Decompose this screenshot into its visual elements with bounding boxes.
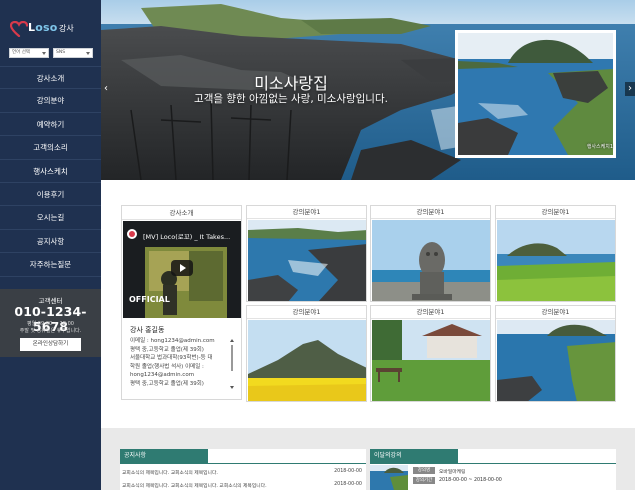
lecture-thumbnail[interactable] — [370, 465, 408, 490]
gallery-card[interactable]: 강의분야1 — [495, 305, 616, 402]
gallery-card[interactable]: 강의분야1 — [370, 205, 491, 302]
bottom-section: 공지사항 교회소식의 제목입니다. 교회소식의 제목입니다. 2018-00-0… — [101, 428, 635, 490]
gallery-card-label: 강의분야1 — [371, 206, 490, 219]
hero-thumbnail-label: 행사스케치1 — [586, 144, 613, 150]
teacher-info-line: 평택 중,고등학교 졸업(제 39회) — [130, 346, 204, 353]
hero-banner: 미소사랑집 고객을 향한 아낌없는 사랑, 미소사랑입니다. 행사스케치1 ‹ … — [101, 0, 635, 180]
scroll-thumb[interactable] — [231, 345, 233, 371]
site-logo[interactable]: Loso 강사 — [10, 20, 92, 38]
video-player[interactable]: [MV] Loco(로꼬) _ It Takes... OFFICIAL — [123, 221, 241, 318]
gallery-card[interactable]: 강의분야1 — [246, 305, 367, 402]
notice-divider — [120, 463, 366, 464]
lecture-name-label: 강의명 — [413, 467, 435, 474]
online-consult-button[interactable]: 온라인상담하기 — [20, 338, 81, 351]
sidebar: Loso 강사 언어 선택 SNS 강사소개 강의분야 예약하기 고객의소리 행… — [0, 0, 101, 490]
nav-item-customer-voice[interactable]: 고객의소리 — [0, 136, 101, 160]
teacher-intro-header: 강사소개 — [122, 206, 241, 220]
lecture-divider — [370, 463, 616, 464]
teacher-info-line: 이메일 : hong1234@admin.com — [130, 338, 215, 344]
hero-subtitle: 고객을 향한 아낌없는 사랑, 미소사랑입니다. — [194, 93, 388, 105]
notice-tab[interactable]: 공지사항 — [120, 449, 208, 463]
teacher-info[interactable]: 이메일 : hong1234@admin.com 평택 중,고등학교 졸업(제 … — [130, 337, 232, 389]
video-title: [MV] Loco(로꼬) _ It Takes... — [143, 233, 231, 241]
teacher-info-line: 서울대학교 법과대학(93학번)-등 대 — [130, 355, 213, 362]
teacher-info-line: 학원 졸업(행사법 석사) 이메일 : — [130, 363, 204, 370]
teacher-info-line: hong1234@admin.com — [130, 372, 195, 379]
teacher-info-line: 평택 중,고등학교 졸업(제 39회) — [130, 380, 204, 387]
scroll-down-icon[interactable] — [230, 386, 234, 389]
hero-thumbnail[interactable] — [455, 30, 616, 158]
play-icon[interactable] — [171, 260, 193, 276]
monthly-lecture: 이달의강의 강의명 오바일마케팅 강의기간 2018-00-00 ~ 2018-… — [370, 449, 616, 490]
notice-date: 2018-00-00 — [334, 469, 362, 474]
slider-prev-icon[interactable]: ‹ — [101, 82, 111, 96]
notice-date: 2018-00-00 — [334, 482, 362, 487]
nav-item-notice[interactable]: 공지사항 — [0, 230, 101, 254]
video-watermark: OFFICIAL — [129, 295, 170, 304]
gallery-card[interactable]: 강의분야1 — [370, 305, 491, 402]
grass-coast-photo — [497, 220, 615, 301]
teacher-info-scrollbar[interactable] — [230, 339, 234, 389]
customer-center: 고객센터 010-1234-5678 평일 09:00 ~ 18:00 주말 및… — [0, 289, 101, 357]
slider-next-icon[interactable]: › — [625, 82, 635, 96]
nav-item-event-sketch[interactable]: 행사스케치 — [0, 160, 101, 183]
gallery-card-label: 강의분야1 — [371, 306, 490, 319]
notice-title: 교회소식의 제목입니다. 교회소식의 제목입니다. — [122, 471, 218, 476]
main-nav: 강사소개 강의분야 예약하기 고객의소리 행사스케치 이용후기 오시는길 공지사… — [0, 66, 101, 277]
select-row: 언어 선택 SNS — [9, 48, 93, 58]
canola-field-photo — [248, 320, 366, 401]
nav-item-reservation[interactable]: 예약하기 — [0, 113, 101, 137]
cliff-coast-photo — [497, 320, 615, 401]
gallery-card[interactable]: 강의분야1 — [495, 205, 616, 302]
teacher-intro-card: 강사소개 [MV] Loco(로꼬) _ It Takes... OFFICIA… — [121, 205, 242, 400]
scroll-up-icon[interactable] — [230, 339, 234, 342]
nav-item-directions[interactable]: 오시는길 — [0, 206, 101, 230]
notice-title: 교회소식의 제목입니다. 교회소식의 제목입니다. 교회소식의 제목입니다. — [122, 484, 267, 489]
nav-item-faq[interactable]: 자주하는질문 — [0, 253, 101, 277]
customer-center-holiday: 주말 및 공휴일은 휴무입니다. — [19, 328, 82, 334]
lecture-period-value: 2018-00-00 ~ 2018-00-00 — [439, 478, 502, 483]
gallery-card-label: 강의분야1 — [496, 306, 615, 319]
sns-select[interactable]: SNS — [53, 48, 93, 58]
gallery-card-label: 강의분야1 — [247, 306, 366, 319]
logo-suffix: 강사 — [59, 24, 74, 33]
garden-house-photo — [372, 320, 490, 401]
stone-statue-photo — [372, 220, 490, 301]
nav-item-lecture-field[interactable]: 강의분야 — [0, 89, 101, 113]
gallery-card-label: 강의분야1 — [496, 206, 615, 219]
gallery-card-label: 강의분야1 — [247, 206, 366, 219]
language-select[interactable]: 언어 선택 — [9, 48, 49, 58]
lecture-tab[interactable]: 이달의강의 — [370, 449, 458, 463]
heart-logo-icon — [10, 21, 28, 37]
notice-board: 공지사항 교회소식의 제목입니다. 교회소식의 제목입니다. 2018-00-0… — [120, 449, 366, 490]
coast-photo — [248, 220, 366, 301]
gallery-card[interactable]: 강의분야1 — [246, 205, 367, 302]
customer-center-hours: 평일 09:00 ~ 18:00 — [27, 321, 74, 327]
lecture-name-value: 오바일마케팅 — [439, 470, 466, 475]
nav-item-reviews[interactable]: 이용후기 — [0, 183, 101, 207]
nav-item-teacher-intro[interactable]: 강사소개 — [0, 66, 101, 90]
lecture-period-label: 강의기간 — [413, 477, 435, 484]
logo-brand: oso — [35, 21, 58, 34]
hero-thumbnail-image — [458, 33, 613, 155]
teacher-name: 강사 홍길동 — [130, 326, 165, 334]
logo-text: Loso — [28, 21, 57, 34]
